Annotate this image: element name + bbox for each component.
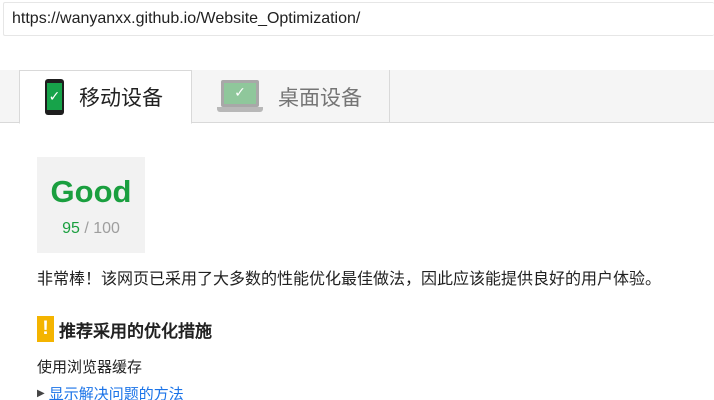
suggestions-heading: ! 推荐采用的优化措施 (37, 316, 212, 342)
summary-text: 非常棒！该网页已采用了大多数的性能优化最佳做法，因此应该能提供良好的用户体验。 (37, 269, 662, 288)
show-fix-link[interactable]: ▶ 显示解决问题的方法 (37, 383, 184, 400)
score-badge: Good 95 / 100 (37, 157, 145, 253)
url-input[interactable] (4, 3, 714, 35)
device-tabs: ✓ 移动设备 ✓ 桌面设备 (0, 70, 714, 124)
show-fix-label: 显示解决问题的方法 (48, 385, 184, 400)
laptop-icon: ✓ (217, 79, 263, 114)
tab-desktop-label: 桌面设备 (278, 85, 362, 110)
suggestions-title: 推荐采用的优化措施 (59, 321, 212, 342)
url-bar[interactable] (3, 2, 714, 36)
expand-triangle-icon: ▶ (37, 388, 45, 399)
warning-icon: ! (37, 316, 54, 342)
tab-desktop[interactable]: ✓ 桌面设备 (192, 70, 390, 123)
tab-mobile[interactable]: ✓ 移动设备 (19, 70, 192, 124)
score-max: / 100 (84, 220, 120, 237)
score-label: Good (50, 174, 132, 209)
tab-mobile-label: 移动设备 (79, 86, 163, 110)
score-number: 95 / 100 (37, 220, 145, 238)
score-value: 95 (62, 220, 80, 237)
mobile-phone-icon: ✓ (45, 79, 64, 115)
rule-name: 使用浏览器缓存 (37, 358, 143, 376)
